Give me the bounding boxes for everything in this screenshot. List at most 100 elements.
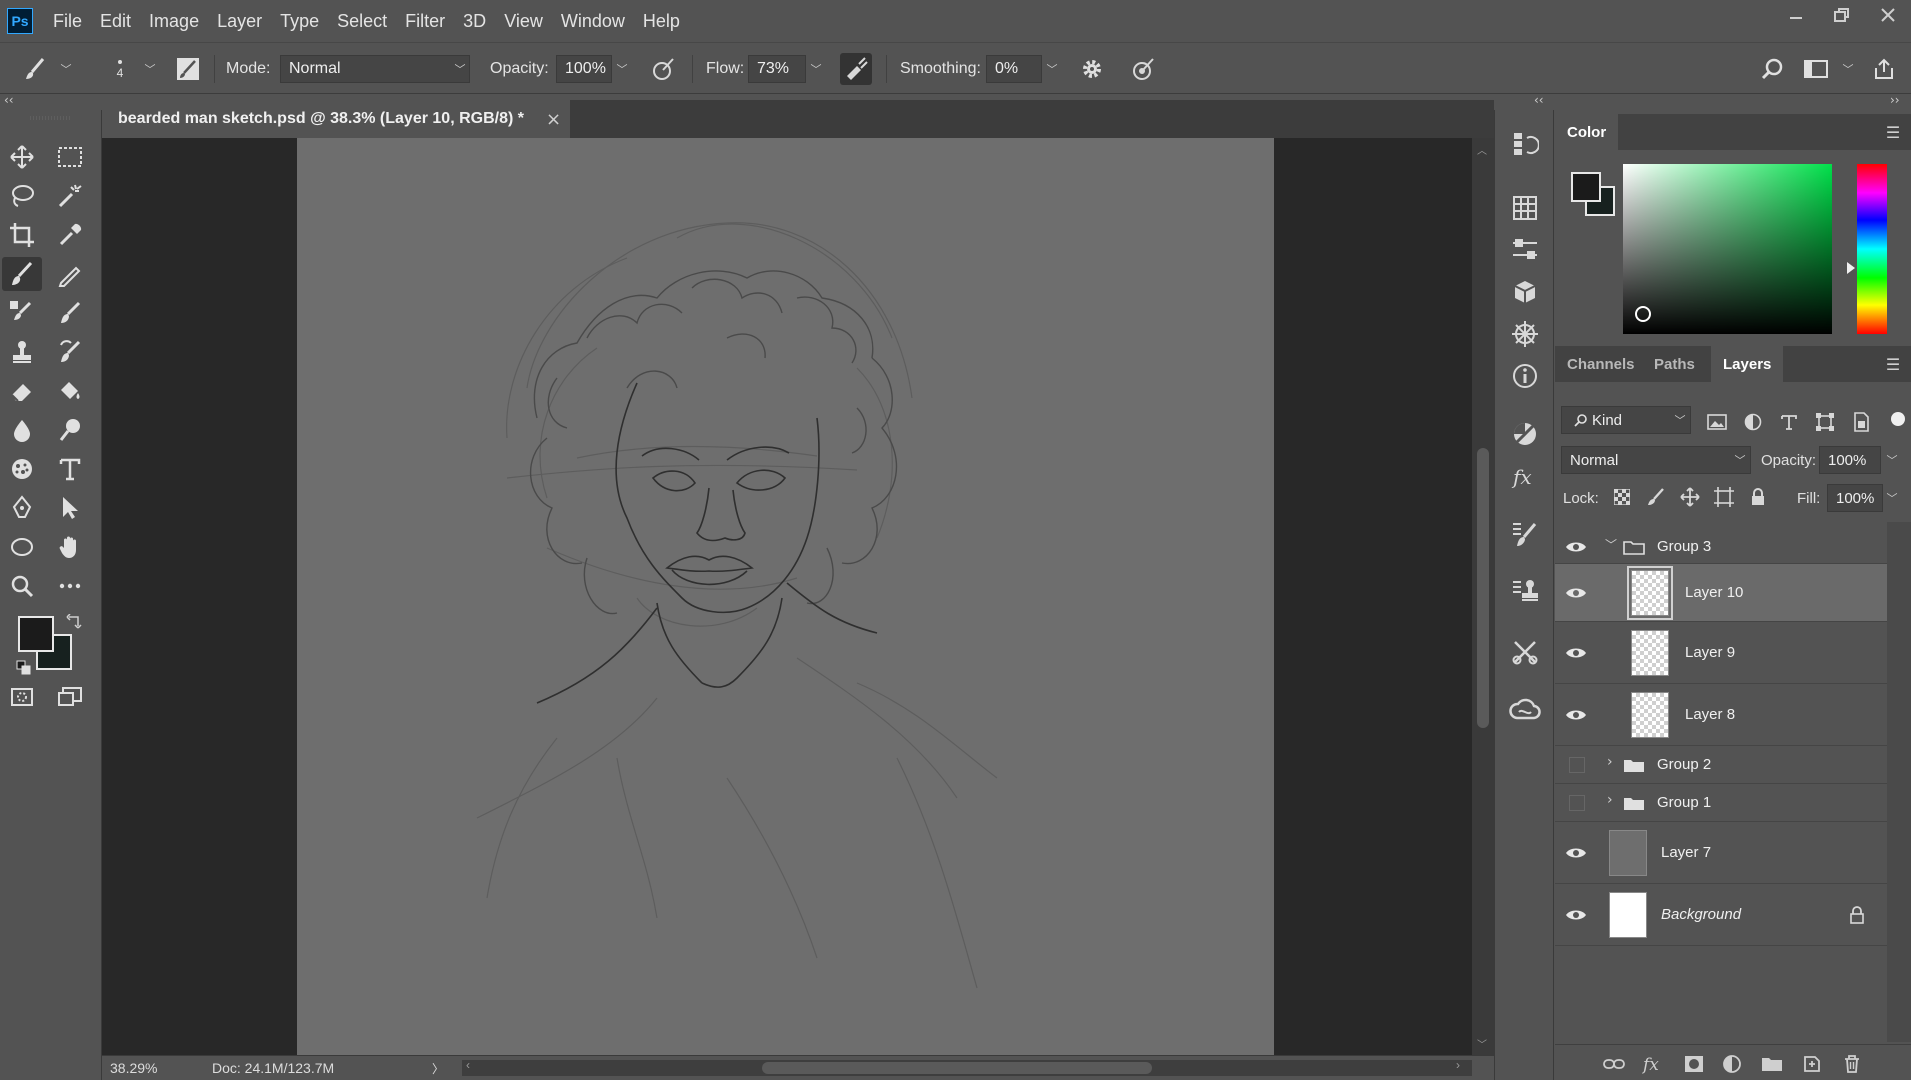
menu-view[interactable]: View bbox=[504, 11, 543, 32]
quick-mask-button[interactable] bbox=[2, 680, 42, 714]
layer-row-layer-7[interactable]: Layer 7 bbox=[1555, 822, 1887, 884]
new-group-button[interactable] bbox=[1759, 1051, 1785, 1077]
lock-artboard-button[interactable] bbox=[1711, 484, 1737, 510]
document-close-icon[interactable]: × bbox=[546, 100, 561, 138]
smoothing-input[interactable]: 0% bbox=[986, 55, 1042, 83]
swap-colors-icon[interactable] bbox=[66, 614, 82, 630]
layer-row-layer-10[interactable]: Layer 10 bbox=[1555, 564, 1887, 622]
lock-position-button[interactable] bbox=[1677, 484, 1703, 510]
scroll-left-icon[interactable]: ‹ bbox=[466, 1058, 470, 1072]
fill-chevron[interactable]: ﹀ bbox=[1883, 484, 1901, 512]
magic-wand-tool[interactable] bbox=[50, 179, 90, 213]
healing-brush-tool[interactable] bbox=[2, 296, 42, 330]
visibility-toggle[interactable] bbox=[1569, 795, 1585, 811]
default-colors-icon[interactable] bbox=[16, 660, 32, 676]
visibility-toggle[interactable] bbox=[1569, 757, 1585, 773]
visibility-toggle[interactable] bbox=[1563, 684, 1589, 746]
brush-preset-picker[interactable] bbox=[20, 53, 52, 85]
new-layer-button[interactable] bbox=[1799, 1051, 1825, 1077]
share-button[interactable] bbox=[1868, 53, 1900, 85]
add-mask-button[interactable] bbox=[1681, 1051, 1707, 1077]
filter-shape-button[interactable] bbox=[1811, 408, 1839, 436]
flow-input[interactable]: 73% bbox=[748, 55, 806, 83]
menu-layer[interactable]: Layer bbox=[217, 11, 262, 32]
opacity-input[interactable]: 100% bbox=[556, 55, 612, 83]
libraries-panel-button[interactable] bbox=[1505, 692, 1545, 728]
layer-opacity-input[interactable]: 100% bbox=[1819, 446, 1881, 474]
link-layers-button[interactable] bbox=[1601, 1051, 1627, 1077]
smoothing-settings-button[interactable] bbox=[1076, 53, 1108, 85]
new-adjustment-layer-button[interactable] bbox=[1719, 1051, 1745, 1077]
menu-image[interactable]: Image bbox=[149, 11, 199, 32]
brush-size-picker[interactable]: 4 bbox=[104, 53, 136, 85]
pressure-opacity-toggle[interactable] bbox=[648, 53, 680, 85]
vertical-scroll-thumb[interactable] bbox=[1477, 448, 1489, 728]
visibility-toggle[interactable] bbox=[1563, 822, 1589, 884]
tool-presets-panel-button[interactable] bbox=[1505, 634, 1545, 670]
expand-panels-icon[interactable]: ›› bbox=[1890, 93, 1900, 107]
delete-layer-button[interactable] bbox=[1839, 1051, 1865, 1077]
scroll-down-icon[interactable]: ﹀ bbox=[1477, 1036, 1487, 1051]
mode-select[interactable]: Normal bbox=[280, 55, 470, 83]
marquee-tool[interactable] bbox=[50, 140, 90, 174]
flow-chevron[interactable]: ﹀ bbox=[806, 55, 826, 83]
layer-row-group-1[interactable]: › Group 1 bbox=[1555, 784, 1887, 822]
brush-settings-panel-button[interactable] bbox=[1505, 516, 1545, 552]
screen-mode-button[interactable] bbox=[50, 680, 90, 714]
sponge-tool[interactable] bbox=[2, 452, 42, 486]
clone-stamp-tool[interactable] bbox=[2, 335, 42, 369]
hand-tool[interactable] bbox=[50, 530, 90, 564]
clone-source-panel-button[interactable] bbox=[1505, 574, 1545, 610]
tab-paths[interactable]: Paths bbox=[1642, 346, 1707, 382]
history-brush-tool[interactable] bbox=[50, 335, 90, 369]
pressure-size-toggle[interactable] bbox=[1128, 53, 1160, 85]
eyedropper-tool[interactable] bbox=[50, 218, 90, 252]
add-layer-style-button[interactable]: fx bbox=[1641, 1051, 1667, 1077]
3d-panel-button[interactable] bbox=[1505, 274, 1545, 310]
scroll-up-icon[interactable]: ︿ bbox=[1477, 142, 1487, 157]
brush-settings-toggle[interactable] bbox=[172, 53, 204, 85]
layer-opacity-chevron[interactable]: ﹀ bbox=[1883, 446, 1901, 474]
lock-transparent-pixels-button[interactable] bbox=[1609, 484, 1635, 510]
tab-color[interactable]: Color bbox=[1555, 114, 1619, 150]
layer-row-layer-9[interactable]: Layer 9 bbox=[1555, 622, 1887, 684]
menu-window[interactable]: Window bbox=[561, 11, 625, 32]
smoothing-chevron[interactable]: ﹀ bbox=[1042, 55, 1062, 83]
lock-all-button[interactable] bbox=[1745, 484, 1771, 510]
history-panel-button[interactable] bbox=[1505, 126, 1545, 162]
layer-row-group-3[interactable]: ﹀ Group 3 bbox=[1555, 530, 1887, 564]
chevron-right-icon[interactable]: › bbox=[1607, 754, 1613, 770]
document-tab[interactable]: bearded man sketch.psd @ 38.3% (Layer 10… bbox=[102, 100, 570, 138]
lasso-tool[interactable] bbox=[2, 179, 42, 213]
minimize-button[interactable] bbox=[1773, 0, 1819, 30]
properties-panel-button[interactable] bbox=[1505, 232, 1545, 268]
blur-tool[interactable] bbox=[2, 413, 42, 447]
mixer-brush-tool[interactable] bbox=[50, 296, 90, 330]
foreground-color-swatch[interactable] bbox=[18, 616, 54, 652]
chevron-right-icon[interactable]: › bbox=[1607, 792, 1613, 808]
color-panel-foreground[interactable] bbox=[1571, 172, 1601, 202]
paint-bucket-tool[interactable] bbox=[50, 374, 90, 408]
panel-menu-icon[interactable]: ☰ bbox=[1883, 122, 1903, 142]
lock-image-pixels-button[interactable] bbox=[1643, 484, 1669, 510]
filter-type-button[interactable] bbox=[1775, 408, 1803, 436]
color-picker-cursor[interactable] bbox=[1635, 306, 1651, 322]
crop-tool[interactable] bbox=[2, 218, 42, 252]
canvas[interactable] bbox=[297, 138, 1274, 1055]
color-field[interactable] bbox=[1623, 164, 1832, 334]
brush-preset-chevron[interactable]: ﹀ bbox=[56, 55, 76, 83]
filter-adjustment-button[interactable] bbox=[1739, 408, 1767, 436]
collapse-dock-icon[interactable]: ‹‹ bbox=[1534, 93, 1544, 107]
scroll-right-icon[interactable]: › bbox=[1456, 1058, 1460, 1072]
dodge-tool[interactable] bbox=[50, 413, 90, 447]
eraser-tool[interactable] bbox=[2, 374, 42, 408]
layers-scrollbar[interactable] bbox=[1887, 522, 1911, 1042]
vertical-scrollbar[interactable]: ︿ ﹀ bbox=[1472, 138, 1494, 1055]
type-tool[interactable] bbox=[50, 452, 90, 486]
tab-channels[interactable]: Channels bbox=[1555, 346, 1647, 382]
hue-slider[interactable] bbox=[1857, 164, 1887, 334]
menu-select[interactable]: Select bbox=[337, 11, 387, 32]
swatches-panel-button[interactable] bbox=[1505, 190, 1545, 226]
visibility-toggle[interactable] bbox=[1563, 884, 1589, 946]
workspace-chevron[interactable]: ﹀ bbox=[1838, 55, 1858, 83]
